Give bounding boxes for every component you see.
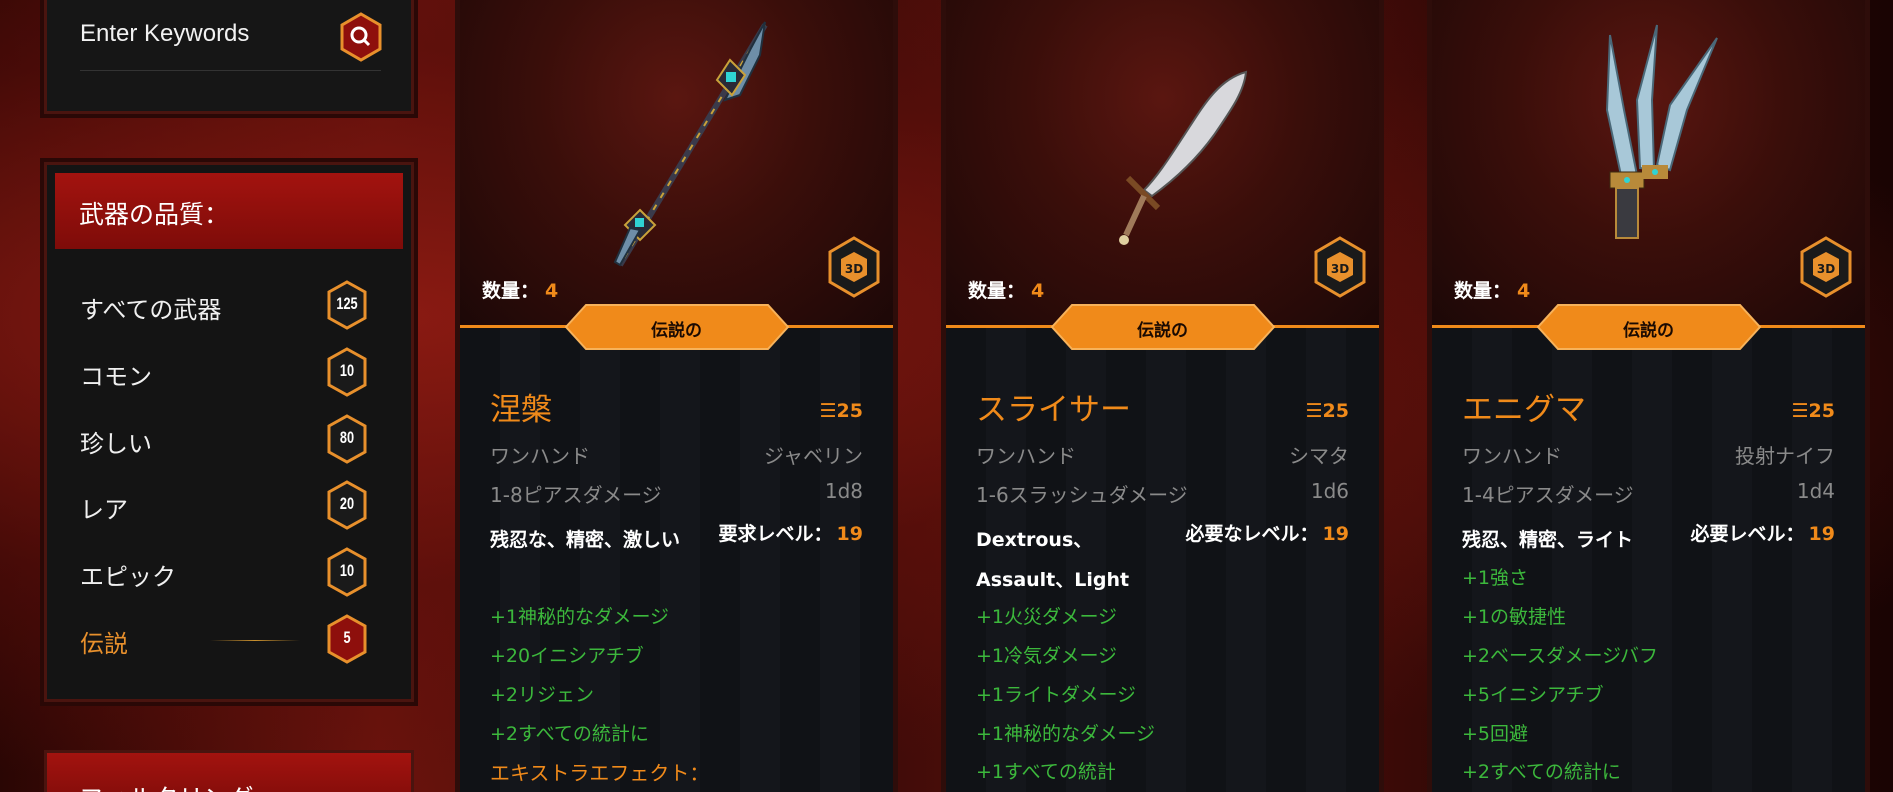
count-badge: 5 [326, 614, 368, 664]
quality-item-all[interactable]: すべての武器 125 [80, 280, 390, 330]
search-icon [340, 12, 382, 62]
hand-type-row: ワンハンド ジャベリン [490, 444, 863, 468]
count-badge: 125 [326, 280, 368, 330]
3d-icon: 3D [1800, 236, 1852, 298]
quality-item-label: コモン [80, 363, 152, 391]
quantity: 数量： 4 [968, 280, 1045, 302]
quality-item-label: 伝説 [80, 630, 128, 658]
quality-item-label: すべての武器 [80, 296, 222, 324]
svg-text:3D: 3D [1817, 262, 1835, 276]
stat-line: +20イニシアチブ [490, 645, 644, 667]
search-button[interactable] [339, 12, 383, 62]
weapon-properties: 残忍な、精密、激しい [490, 529, 681, 551]
quality-item-uncommon[interactable]: 珍しい 80 [80, 414, 390, 464]
stat-line: +1強さ [1462, 567, 1529, 589]
count-badge: 10 [326, 547, 368, 597]
stat-line: +5イニシアチブ [1462, 684, 1604, 706]
required-level: 要求レベル： 19 [718, 523, 863, 545]
rarity-badge: 伝説の [564, 303, 790, 351]
3d-icon: 3D [828, 236, 880, 298]
stat-line: +2すべての統計に [490, 723, 649, 745]
weapon-card[interactable]: 数量： 4 3D 伝説の スライサー ☰25 ワンハンド シマタ 1-6スラッシュダ… [941, 0, 1384, 792]
filtering-title: フィルタリング [79, 779, 254, 792]
stat-line: +5回避 [1462, 723, 1529, 745]
rarity-badge: 伝説の [1536, 303, 1762, 351]
quality-item-label: エピック [80, 563, 176, 591]
quality-title: 武器の品質： [79, 200, 230, 229]
quality-item-epic[interactable]: エピック 10 [80, 547, 390, 597]
view-3d-button[interactable]: 3D [1799, 236, 1853, 298]
quality-item-rare[interactable]: レア 20 [80, 480, 390, 530]
stat-line: +1ライトダメージ [976, 684, 1137, 706]
filtering-panel-header: フィルタリング [44, 750, 414, 792]
quality-item-label: レア [80, 496, 128, 524]
quantity: 数量： 4 [1454, 280, 1531, 302]
svg-text:3D: 3D [845, 262, 863, 276]
damage-row: 1-8ピアスダメージ 1d8 [490, 479, 863, 507]
active-indicator-line [210, 640, 300, 641]
stat-line: +1神秘的なダメージ [490, 606, 670, 628]
required-level: 必要なレベル： 19 [1185, 523, 1349, 545]
hand-type-row: ワンハンド 投射ナイフ [1462, 444, 1835, 468]
count-badge: 80 [326, 414, 368, 464]
quality-item-common[interactable]: コモン 10 [80, 347, 390, 397]
search-input[interactable]: Enter Keywords [80, 20, 249, 48]
rarity-badge: 伝説の [1050, 303, 1276, 351]
weapon-properties: Dextrous、Assault、Light [976, 529, 1130, 591]
search-panel: Enter Keywords [44, 0, 414, 114]
damage-row: 1-4ピアスダメージ 1d4 [1462, 479, 1835, 507]
view-3d-button[interactable]: 3D [1313, 236, 1367, 298]
3d-icon: 3D [1314, 236, 1366, 298]
stat-line: +1神秘的なダメージ [976, 723, 1156, 745]
item-level: ☰25 [1791, 400, 1835, 422]
stat-line: +1火災ダメージ [976, 606, 1118, 628]
weapon-quality-panel: 武器の品質： すべての武器 125 コモン 10 珍しい 80 レア 20 エピ… [44, 162, 414, 702]
damage-row: 1-6スラッシュダメージ 1d6 [976, 479, 1349, 507]
extra-effect-label: エキストラエフェクト： [490, 761, 710, 785]
stat-line: +1すべての統計 [976, 761, 1116, 783]
required-level: 必要レベル： 19 [1690, 523, 1835, 545]
quality-item-legendary[interactable]: 伝説 5 [80, 614, 390, 664]
hand-type-row: ワンハンド シマタ [976, 444, 1349, 468]
quantity: 数量： 4 [482, 280, 559, 302]
quality-header: 武器の品質： [55, 173, 403, 249]
weapon-name: エニグマ [1462, 392, 1586, 428]
item-level: ☰25 [1305, 400, 1349, 422]
stat-line: +2すべての統計に [1462, 761, 1621, 783]
weapon-properties: 残忍、精密、ライト [1462, 529, 1634, 551]
item-level: ☰25 [819, 400, 863, 422]
count-badge: 10 [326, 347, 368, 397]
stat-line: +1冷気ダメージ [976, 645, 1118, 667]
weapon-name: スライサー [976, 392, 1131, 428]
view-3d-button[interactable]: 3D [827, 236, 881, 298]
svg-text:3D: 3D [1331, 262, 1349, 276]
stat-line: +1の敏捷性 [1462, 606, 1567, 628]
search-underline [80, 70, 381, 71]
quality-item-label: 珍しい [80, 430, 152, 458]
weapon-card[interactable]: 数量： 4 3D 伝説の 涅槃 ☰25 ワンハンド ジャベリン 1-8ピアスダメージ… [455, 0, 898, 792]
stat-line: +2リジェン [490, 684, 595, 706]
stat-line: +2ベースダメージバフ [1462, 645, 1658, 667]
count-badge: 20 [326, 480, 368, 530]
weapon-name: 涅槃 [490, 392, 552, 428]
weapon-card[interactable]: 数量： 4 3D 伝説の エニグマ ☰25 ワンハンド 投射ナイフ 1-4ピアスダメ… [1427, 0, 1870, 792]
